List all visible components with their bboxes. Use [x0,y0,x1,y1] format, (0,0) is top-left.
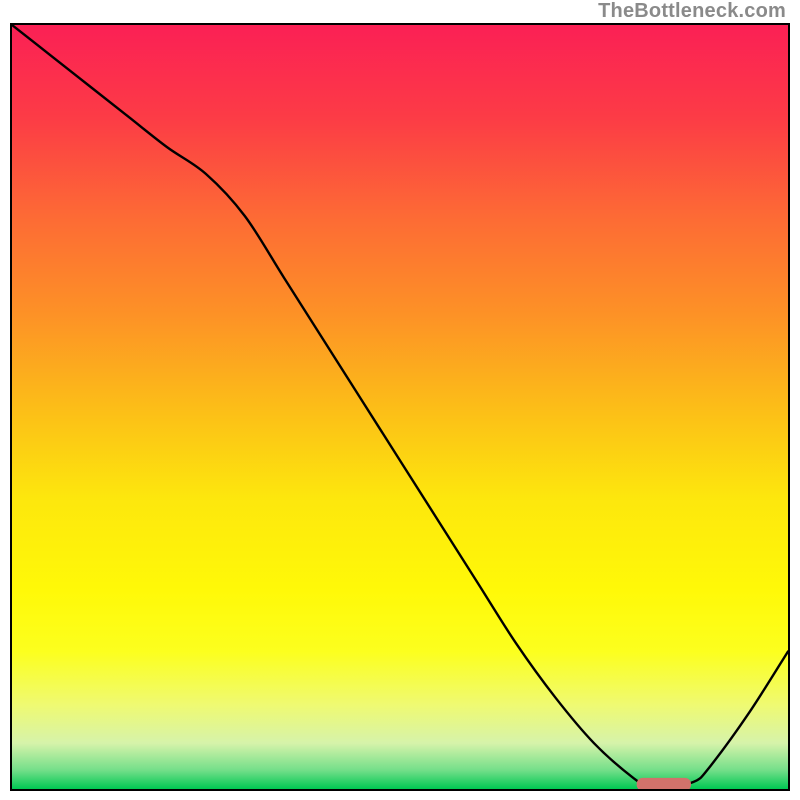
optimal-marker [637,778,691,789]
chart-background [12,25,788,789]
watermark-text: TheBottleneck.com [598,0,786,23]
chart-svg [12,25,788,789]
bottleneck-chart [10,23,790,791]
